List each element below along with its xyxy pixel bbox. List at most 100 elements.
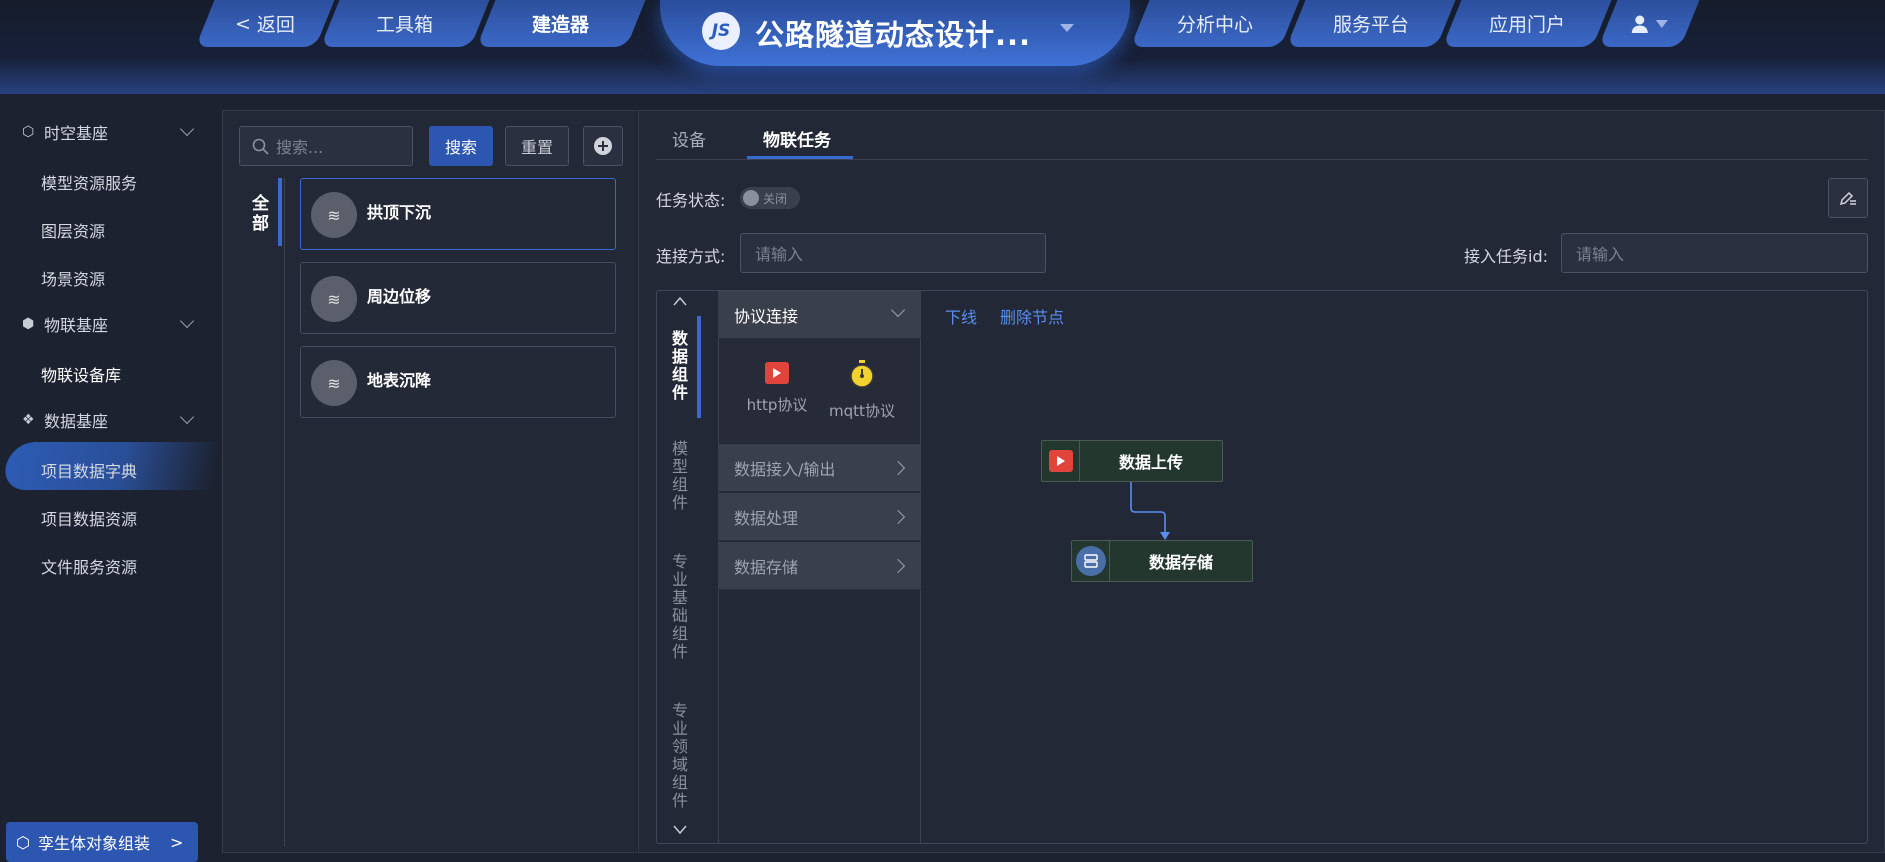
category-active-bar <box>278 178 282 246</box>
chevron-right-icon <box>890 558 906 574</box>
play-icon <box>1048 450 1073 472</box>
database-icon <box>1075 546 1106 576</box>
accordion-protocol-connection[interactable]: 协议连接 <box>718 291 921 339</box>
node-icon-box <box>1072 541 1110 581</box>
play-icon <box>765 362 789 384</box>
http-protocol-item[interactable]: http协议 <box>746 362 808 415</box>
chevron-down-icon[interactable] <box>673 825 687 835</box>
add-device-button[interactable] <box>583 126 623 166</box>
mqtt-protocol-item[interactable]: mqtt协议 <box>826 360 898 421</box>
task-id-placeholder: 请输入 <box>1576 245 1625 264</box>
device-avatar-icon: ≋ <box>311 192 357 238</box>
accordion-data-io[interactable]: 数据接入/输出 <box>718 444 921 492</box>
http-protocol-label: http协议 <box>746 396 808 414</box>
sidebar-group-iot[interactable]: ⬢ 物联基座 <box>22 309 195 339</box>
flow-connector <box>1130 482 1170 540</box>
user-menu-button[interactable] <box>1598 0 1700 47</box>
app-title: 公路隧道动态设计... <box>755 18 1032 52</box>
nav-toolbox-tab[interactable]: 工具箱 <box>320 0 490 47</box>
sidebar-group-spatial[interactable]: ⬡ 时空基座 <box>22 117 195 147</box>
offline-link[interactable]: 下线 <box>945 304 977 328</box>
vtab-data-components[interactable]: 数据组件 <box>670 330 690 402</box>
tab-device[interactable]: 设备 <box>672 126 706 151</box>
sidebar-item-file-service-resources[interactable]: 文件服务资源 <box>41 554 137 578</box>
edit-button[interactable] <box>1828 178 1868 218</box>
device-card-name: 拱顶下沉 <box>367 203 432 222</box>
task-id-label: 接入任务id: <box>1464 247 1548 266</box>
tabs-divider <box>656 159 1868 160</box>
task-id-input[interactable]: 请输入 <box>1561 233 1868 273</box>
nav-toolbox-label: 工具箱 <box>376 14 434 36</box>
sidebar-item-layer-resources[interactable]: 图层资源 <box>41 218 105 242</box>
caret-down-icon <box>1656 19 1668 28</box>
sidebar-item-scene-resources[interactable]: 场景资源 <box>41 266 105 290</box>
cube-icon: ⬡ <box>22 124 35 140</box>
user-icon <box>1632 15 1648 33</box>
device-card-name: 地表沉降 <box>367 371 432 390</box>
flow-node-data-upload[interactable]: 数据上传 <box>1041 440 1223 482</box>
accordion-data-storage[interactable]: 数据存储 <box>718 542 921 590</box>
vtab-domain-components[interactable]: 专业领域组件 <box>670 702 690 810</box>
dropbox-icon: ❖ <box>22 412 35 428</box>
search-icon <box>252 138 269 155</box>
flow-node-data-storage[interactable]: 数据存储 <box>1071 540 1253 582</box>
nav-services-tab[interactable]: 服务平台 <box>1286 0 1456 47</box>
device-card[interactable]: ≋ 周边位移 <box>300 262 616 334</box>
sidebar-item-data-dictionary[interactable]: 项目数据字典 <box>41 458 137 482</box>
nav-analysis-tab[interactable]: 分析中心 <box>1130 0 1300 47</box>
toggle-label: 关闭 <box>763 191 788 206</box>
chevron-right-icon: > <box>169 832 184 852</box>
accordion-label: 数据接入/输出 <box>734 459 836 479</box>
accordion-data-processing[interactable]: 数据处理 <box>718 493 921 541</box>
sidebar-item-data-resources[interactable]: 项目数据资源 <box>41 506 137 530</box>
accordion-label: 协议连接 <box>734 306 799 326</box>
vtab-basic-components[interactable]: 专业基础组件 <box>670 553 690 661</box>
chevron-up-icon[interactable] <box>673 296 687 306</box>
cubes-icon: ⬡ <box>16 832 30 852</box>
iot-hex-icon: ⬢ <box>22 316 35 332</box>
title-dropdown-icon[interactable] <box>1060 24 1074 32</box>
chevron-left-icon: < <box>235 12 251 35</box>
nav-back-button[interactable]: < 返回 <box>195 0 335 47</box>
connection-input[interactable]: 请输入 <box>740 233 1046 273</box>
nav-back-label: 返回 <box>256 14 295 36</box>
delete-node-link[interactable]: 删除节点 <box>1000 304 1064 328</box>
toggle-knob <box>743 190 759 206</box>
device-avatar-icon: ≋ <box>311 360 357 406</box>
nav-builder-label: 建造器 <box>532 14 590 36</box>
vtab-active-bar <box>697 316 701 418</box>
node-label: 数据上传 <box>1118 453 1183 472</box>
nav-analysis-label: 分析中心 <box>1176 14 1253 36</box>
search-button[interactable]: 搜索 <box>429 126 493 166</box>
sidebar-group-label: 数据基座 <box>44 412 109 431</box>
sidebar-group-data[interactable]: ❖ 数据基座 <box>22 405 195 435</box>
connection-label: 连接方式: <box>656 247 726 266</box>
nav-services-label: 服务平台 <box>1332 14 1409 36</box>
app-logo-icon: JS <box>702 12 740 50</box>
twin-object-assembly-button[interactable]: ⬡ 孪生体对象组装 > <box>6 822 198 862</box>
reset-button[interactable]: 重置 <box>505 126 569 166</box>
device-card[interactable]: ≋ 地表沉降 <box>300 346 616 418</box>
chevron-down-icon <box>890 302 906 318</box>
device-card[interactable]: ≋ 拱顶下沉 <box>300 178 616 250</box>
search-placeholder: 搜索... <box>276 138 324 157</box>
edit-list-icon <box>1839 191 1856 206</box>
nav-portal-label: 应用门户 <box>1488 14 1565 36</box>
sidebar-item-iot-device-library[interactable]: 物联设备库 <box>41 362 121 386</box>
twin-object-assembly-label: 孪生体对象组装 <box>37 834 150 853</box>
top-nav-bar: < 返回 工具箱 建造器 JS 公路隧道动态设计... 分析中心 服务平台 应用门… <box>0 0 1885 94</box>
stopwatch-icon <box>850 360 874 388</box>
sidebar-item-model-resources[interactable]: 模型资源服务 <box>41 170 137 194</box>
vtab-model-components[interactable]: 模型组件 <box>670 440 690 512</box>
plus-circle-icon <box>594 137 612 155</box>
device-search-input[interactable]: 搜索... <box>239 126 413 166</box>
tab-iot-task[interactable]: 物联任务 <box>763 126 831 151</box>
device-avatar-icon: ≋ <box>311 276 357 322</box>
nav-portal-tab[interactable]: 应用门户 <box>1442 0 1612 47</box>
accordion-label: 数据存储 <box>734 557 799 577</box>
nav-builder-tab[interactable]: 建造器 <box>476 0 646 47</box>
category-all-tab[interactable]: 全部 <box>252 194 272 234</box>
app-title-tab[interactable]: JS 公路隧道动态设计... <box>660 0 1130 66</box>
task-status-toggle[interactable]: 关闭 <box>740 187 800 209</box>
sidebar-group-label: 物联基座 <box>44 316 109 335</box>
